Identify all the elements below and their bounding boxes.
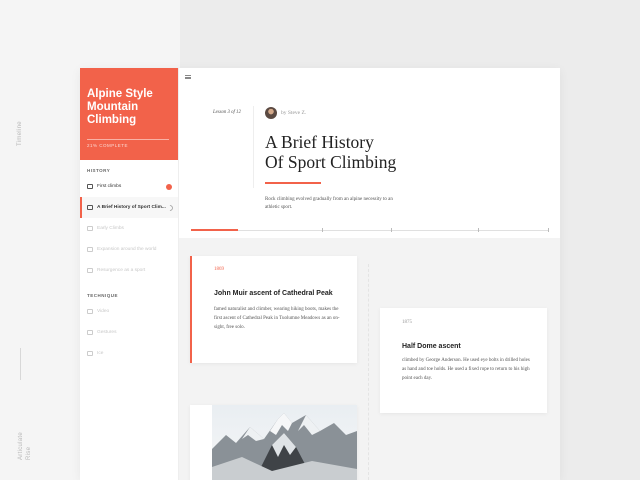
- header-divider: [253, 106, 254, 188]
- timeline-scrubber[interactable]: [191, 228, 549, 232]
- course-header: Alpine Style Mountain Climbing 21% COMPL…: [80, 68, 178, 160]
- lesson-icon: [87, 184, 93, 189]
- history-list: First climbs A Brief History of Sport Cli…: [80, 176, 178, 281]
- lesson-icon: [87, 351, 93, 356]
- lesson-header: Lesson 3 of 12 by Steve Z. A Brief Histo…: [179, 68, 560, 238]
- side-label-timeline: Timeline: [17, 121, 23, 146]
- next-chevron-icon: [165, 203, 175, 212]
- card-title: Half Dome ascent: [402, 343, 461, 350]
- timeline-card-1875: 1875 Half Dome ascent climbed by George …: [380, 308, 547, 413]
- sidebar-item-early-climbs[interactable]: Early Climbs: [80, 218, 178, 239]
- status-badge: [166, 183, 172, 190]
- sidebar-item-label: A Brief History of Sport Clim...: [97, 205, 166, 210]
- card-body: famed naturalist and climber, wearing hi…: [214, 307, 340, 330]
- course-title: Alpine Style Mountain Climbing: [87, 88, 153, 126]
- timeline-tick: [391, 228, 392, 232]
- sidebar-item-label: Gestures: [97, 330, 117, 335]
- lesson-icon: [87, 309, 93, 314]
- sidebar-item-label: Resurgence as a sport: [97, 268, 146, 273]
- menu-icon[interactable]: [185, 75, 191, 79]
- timeline-tick: [478, 228, 479, 232]
- card-year: 1875: [402, 320, 412, 325]
- lesson-counter: Lesson 3 of 12: [213, 110, 241, 115]
- sidebar-item-resurgence-as-a-sport[interactable]: Resurgence as a sport: [80, 260, 178, 281]
- section-label-technique: TECHNIQUE: [87, 293, 119, 298]
- avatar: [265, 107, 277, 119]
- course-progress-text: 21% COMPLETE: [87, 143, 129, 148]
- lesson-description: Rock climbing evolved gradually from an …: [265, 197, 393, 210]
- sidebar-item-label: Expansion around the world: [97, 247, 157, 252]
- lesson-title-line1: A Brief History: [265, 132, 374, 152]
- course-sidebar: Alpine Style Mountain Climbing 21% COMPL…: [80, 68, 179, 480]
- sidebar-item-ice[interactable]: Ice: [80, 343, 178, 364]
- lesson-icon: [87, 226, 93, 231]
- course-progress-rule: [87, 139, 169, 140]
- timeline-card-1869: 1869 John Muir ascent of Cathedral Peak …: [190, 256, 357, 363]
- sidebar-item-expansion-around-the-world[interactable]: Expansion around the world: [80, 239, 178, 260]
- sidebar-item-label: Ice: [97, 351, 104, 356]
- timeline-tick: [548, 228, 549, 232]
- card-year: 1869: [214, 267, 224, 272]
- course-window: Alpine Style Mountain Climbing 21% COMPL…: [80, 68, 560, 480]
- card-title: John Muir ascent of Cathedral Peak: [214, 290, 333, 297]
- lesson-icon: [87, 268, 93, 273]
- sidebar-item-video[interactable]: Video: [80, 301, 178, 322]
- sidebar-item-label: First climbs: [97, 184, 122, 189]
- lesson-icon: [87, 330, 93, 335]
- card-body: climbed by George Anderson. He used eye …: [402, 358, 530, 381]
- mountain-photo: [212, 405, 357, 480]
- lesson-title: A Brief History Of Sport Climbing: [265, 132, 396, 172]
- title-accent-rule: [265, 182, 321, 184]
- sidebar-item-label: Early Climbs: [97, 226, 124, 231]
- lesson-icon: [87, 247, 93, 252]
- sidebar-item-a-brief-history-of-sport-clim[interactable]: A Brief History of Sport Clim...: [80, 197, 178, 218]
- timeline-card-image: [190, 405, 357, 480]
- author-name: by Steve Z.: [281, 110, 307, 116]
- author-byline: by Steve Z.: [265, 107, 306, 119]
- side-divider: [20, 348, 21, 380]
- sidebar-item-first-climbs[interactable]: First climbs: [80, 176, 178, 197]
- section-label-history: HISTORY: [87, 168, 111, 173]
- timeline-progress: [191, 229, 238, 231]
- side-label-articulate: Articulate Rise: [18, 431, 32, 460]
- sidebar-item-gestures[interactable]: Gestures: [80, 322, 178, 343]
- lesson-icon: [87, 205, 93, 210]
- lesson-title-line2: Of Sport Climbing: [265, 152, 397, 172]
- timeline-connector: [368, 264, 369, 480]
- timeline-tick: [322, 228, 323, 232]
- sidebar-item-label: Video: [97, 309, 110, 314]
- technique-list: Video Gestures Ice: [80, 301, 178, 364]
